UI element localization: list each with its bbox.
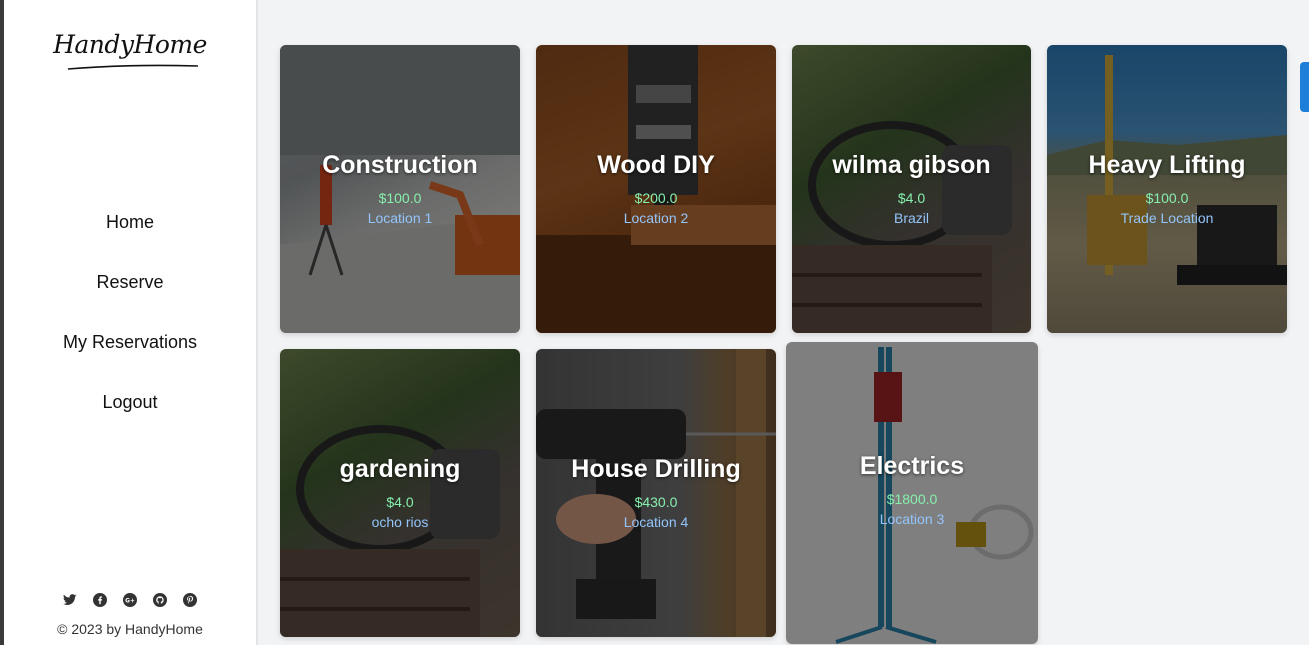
card-info: wilma gibson $4.0 Brazil xyxy=(792,151,1031,226)
card-house-drilling[interactable]: House Drilling $430.0 Location 4 xyxy=(536,349,776,637)
card-title: Electrics xyxy=(859,452,965,480)
logo-underline xyxy=(67,64,199,70)
nav-item-logout[interactable]: Logout xyxy=(4,376,256,436)
card-construction[interactable]: Construction $100.0 Location 1 xyxy=(280,45,520,333)
pinterest-icon[interactable] xyxy=(182,592,198,608)
logo-text: HandyHome xyxy=(53,30,207,59)
card-location: Brazil xyxy=(893,210,929,226)
card-price: $1800.0 xyxy=(886,491,938,507)
card-location: Location 4 xyxy=(623,514,689,530)
card-price: $200.0 xyxy=(634,190,678,206)
card-location: ocho rios xyxy=(371,514,429,530)
facebook-icon[interactable] xyxy=(92,592,108,608)
twitter-icon[interactable] xyxy=(62,592,78,608)
scrollbar-thumb[interactable] xyxy=(1300,62,1309,112)
card-info: Heavy Lifting $100.0 Trade Location xyxy=(1047,151,1287,226)
card-title: wilma gibson xyxy=(832,151,991,179)
card-location: Trade Location xyxy=(1120,210,1214,226)
card-price: $430.0 xyxy=(634,494,678,510)
card-title: Construction xyxy=(322,151,478,179)
card-price: $4.0 xyxy=(897,190,926,206)
card-heavy-lifting[interactable]: Heavy Lifting $100.0 Trade Location xyxy=(1047,45,1287,333)
card-title: Heavy Lifting xyxy=(1088,151,1246,179)
card-electrics[interactable]: Electrics $1800.0 Location 3 xyxy=(786,342,1038,644)
card-info: House Drilling $430.0 Location 4 xyxy=(536,455,776,530)
card-wood-diy[interactable]: Wood DIY $200.0 Location 2 xyxy=(536,45,776,333)
nav-item-home[interactable]: Home xyxy=(4,196,256,256)
social-links: G+ xyxy=(4,592,256,608)
card-title: Wood DIY xyxy=(597,151,715,179)
card-location: Location 1 xyxy=(367,210,433,226)
google-plus-icon[interactable]: G+ xyxy=(122,592,138,608)
card-title: House Drilling xyxy=(571,455,741,483)
card-location: Location 2 xyxy=(623,210,689,226)
card-gardening[interactable]: gardening $4.0 ocho rios xyxy=(280,349,520,637)
card-info: gardening $4.0 ocho rios xyxy=(280,455,520,530)
nav-item-my-reservations[interactable]: My Reservations xyxy=(4,316,256,376)
main-nav: Home Reserve My Reservations Logout xyxy=(4,196,256,436)
svg-text:G+: G+ xyxy=(125,598,135,604)
card-price: $4.0 xyxy=(386,494,414,510)
card-location: Location 3 xyxy=(879,511,945,527)
card-info: Electrics $1800.0 Location 3 xyxy=(786,452,1038,527)
github-icon[interactable] xyxy=(152,592,168,608)
card-title: gardening xyxy=(339,455,461,483)
copyright-text: © 2023 by HandyHome xyxy=(57,621,203,637)
sidebar: HandyHome Home Reserve My Reservations L… xyxy=(4,0,258,645)
logo[interactable]: HandyHome xyxy=(4,30,256,70)
card-info: Construction $100.0 Location 1 xyxy=(280,151,520,226)
card-wilma-gibson[interactable]: wilma gibson $4.0 Brazil xyxy=(792,45,1031,333)
nav-item-reserve[interactable]: Reserve xyxy=(4,256,256,316)
card-info: Wood DIY $200.0 Location 2 xyxy=(536,151,776,226)
card-price: $100.0 xyxy=(378,190,422,206)
card-price: $100.0 xyxy=(1145,190,1189,206)
